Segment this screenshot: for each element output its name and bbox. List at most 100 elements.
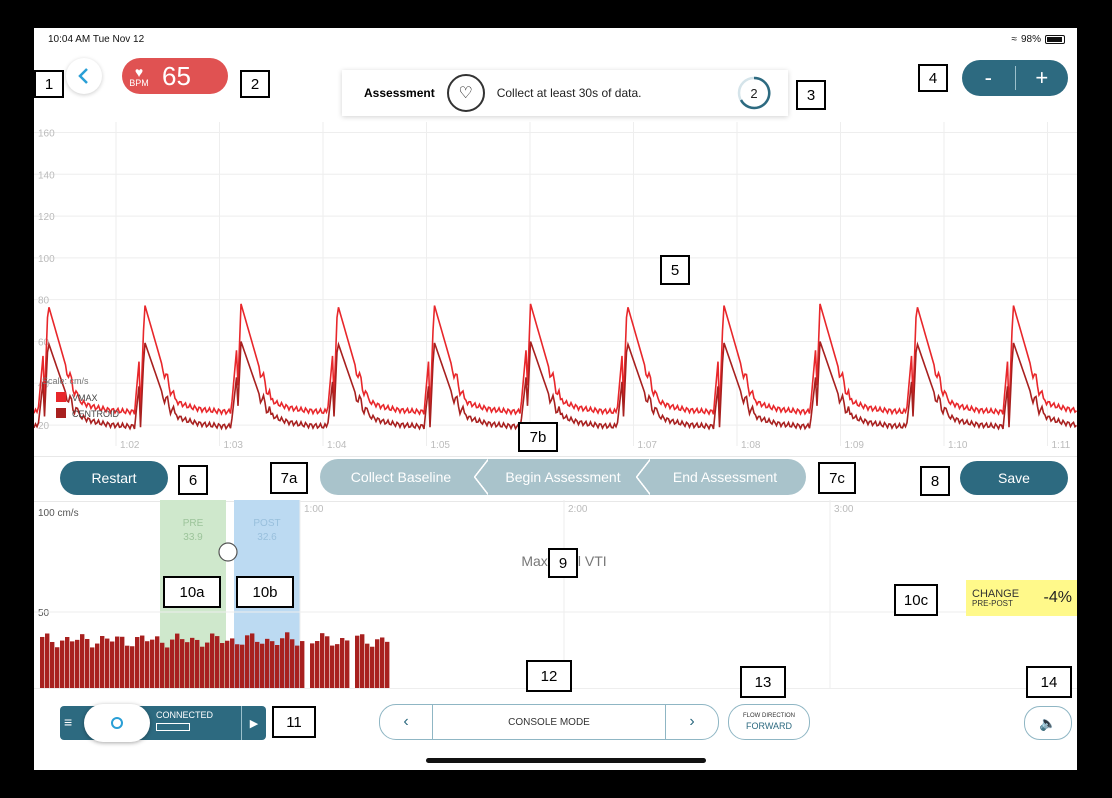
- x-tick-label: 3:00: [834, 504, 854, 515]
- vti-bar: [230, 638, 235, 690]
- vti-bar: [285, 632, 290, 690]
- vti-bar: [135, 637, 140, 690]
- vti-bar: [50, 641, 55, 690]
- vti-bar: [85, 638, 90, 690]
- wifi-icon: ≈: [1011, 34, 1017, 45]
- heart-sketch-icon: ♡: [446, 74, 485, 112]
- assessment-message: Collect at least 30s of data.: [496, 86, 642, 100]
- x-tick-label: 1:00: [304, 504, 324, 515]
- heart-icon: ♥ BPM: [129, 63, 149, 88]
- filter-menu-icon[interactable]: ≡: [64, 714, 72, 730]
- vti-bar: [90, 647, 95, 690]
- vti-bar: [40, 636, 45, 690]
- countdown-ring: 2: [737, 76, 771, 110]
- vti-bar: [210, 633, 215, 690]
- vti-bar: [300, 641, 305, 690]
- status-right: ≈ 98%: [1011, 34, 1065, 45]
- vti-bar: [215, 636, 220, 690]
- vti-bar: [55, 647, 60, 690]
- vti-bar: [385, 641, 390, 690]
- vti-bar: [60, 640, 65, 690]
- vti-bar: [45, 633, 50, 690]
- vti-bar: [280, 638, 285, 690]
- x-tick-label: 1:03: [224, 440, 244, 451]
- hr-unit: BPM: [129, 77, 149, 88]
- step-begin-assessment[interactable]: Begin Assessment: [474, 459, 644, 495]
- vti-bar: [295, 645, 300, 690]
- y-tick-label: 140: [38, 170, 55, 181]
- vti-bar: [240, 644, 245, 690]
- battery-icon: [1045, 35, 1065, 44]
- y-tick-label: 120: [38, 212, 55, 223]
- vti-bar: [185, 642, 190, 690]
- back-button[interactable]: [66, 58, 102, 94]
- callout-7a: 7a: [270, 462, 308, 494]
- y-tick-label: 100: [38, 254, 55, 265]
- tablet-screen: 10:04 AM Tue Nov 12 ≈ 98% ♥ BPM 65 Assess…: [34, 28, 1077, 770]
- callout-1: 1: [34, 70, 64, 98]
- callout-6: 6: [178, 465, 208, 495]
- zoom-out-button[interactable]: -: [962, 60, 1015, 96]
- vti-bar: [335, 644, 340, 690]
- vti-bar: [330, 645, 335, 690]
- vti-bar: [65, 637, 70, 690]
- device-connection-control[interactable]: ≡ CONNECTED ▶: [60, 704, 266, 742]
- console-next-button[interactable]: ›: [665, 705, 718, 739]
- vti-bar: [175, 633, 180, 690]
- y-tick-label: 80: [38, 296, 50, 307]
- expand-arrow-icon[interactable]: ▶: [241, 706, 266, 740]
- vti-bar: [160, 642, 165, 690]
- legend-label: CENTROID: [72, 409, 120, 419]
- post-label: POST: [253, 518, 280, 529]
- save-button[interactable]: Save: [960, 461, 1068, 495]
- probe-toggle[interactable]: [84, 704, 150, 742]
- callout-2: 2: [240, 70, 270, 98]
- probe-battery-icon: [156, 723, 190, 731]
- step-end-assessment[interactable]: End Assessment: [636, 459, 806, 495]
- zoom-in-button[interactable]: +: [1016, 60, 1069, 96]
- vti-bar: [75, 639, 80, 690]
- vti-bar: [140, 635, 145, 690]
- vti-bar: [340, 638, 345, 690]
- speaker-button[interactable]: 🔈: [1024, 706, 1072, 740]
- callout-12: 12: [526, 660, 572, 692]
- vti-bar: [220, 643, 225, 690]
- restart-button[interactable]: Restart: [60, 461, 168, 495]
- flow-direction-value: FORWARD: [746, 721, 792, 731]
- battery-percent: 98%: [1020, 34, 1041, 45]
- home-indicator: [426, 758, 706, 763]
- vti-bar: [270, 641, 275, 690]
- callout-7c: 7c: [818, 462, 856, 494]
- vti-bar: [170, 639, 175, 690]
- workflow-steps: Collect Baseline Begin Assessment End As…: [320, 459, 806, 495]
- vti-bar: [205, 642, 210, 690]
- speaker-icon: 🔈: [1039, 714, 1057, 731]
- legend-swatch: [56, 392, 66, 402]
- vti-bar: [375, 639, 380, 690]
- vti-bar: [70, 641, 75, 690]
- callout-10b: 10b: [236, 576, 294, 608]
- vti-bar: [115, 636, 120, 690]
- vti-bar: [110, 641, 115, 690]
- waveform-chart: 160140120100806040201:021:031:041:051:06…: [34, 122, 1077, 451]
- x-tick-label: 1:09: [845, 440, 865, 451]
- assessment-title: Assessment: [364, 86, 435, 100]
- x-tick-label: 1:10: [948, 440, 968, 451]
- legend-swatch: [56, 408, 66, 418]
- pre-value: 33.9: [183, 532, 203, 543]
- flow-direction-button[interactable]: FLOW DIRECTION FORWARD: [728, 704, 810, 740]
- vti-bar: [165, 647, 170, 690]
- callout-7b: 7b: [518, 422, 558, 452]
- console-prev-button[interactable]: ‹: [380, 705, 433, 739]
- change-box: CHANGE PRE-POST -4%: [966, 580, 1077, 616]
- console-mode-label: CONSOLE MODE: [508, 716, 590, 728]
- connection-status: CONNECTED: [156, 710, 214, 720]
- heart-rate-badge: ♥ BPM 65: [122, 58, 228, 94]
- vti-bar: [105, 638, 110, 690]
- change-value: -4%: [1043, 589, 1072, 606]
- vti-bar: [315, 641, 320, 690]
- vti-bar: [310, 643, 315, 690]
- vti-bar: [290, 639, 295, 690]
- step-collect-baseline[interactable]: Collect Baseline: [320, 459, 482, 495]
- vti-bar: [120, 636, 125, 690]
